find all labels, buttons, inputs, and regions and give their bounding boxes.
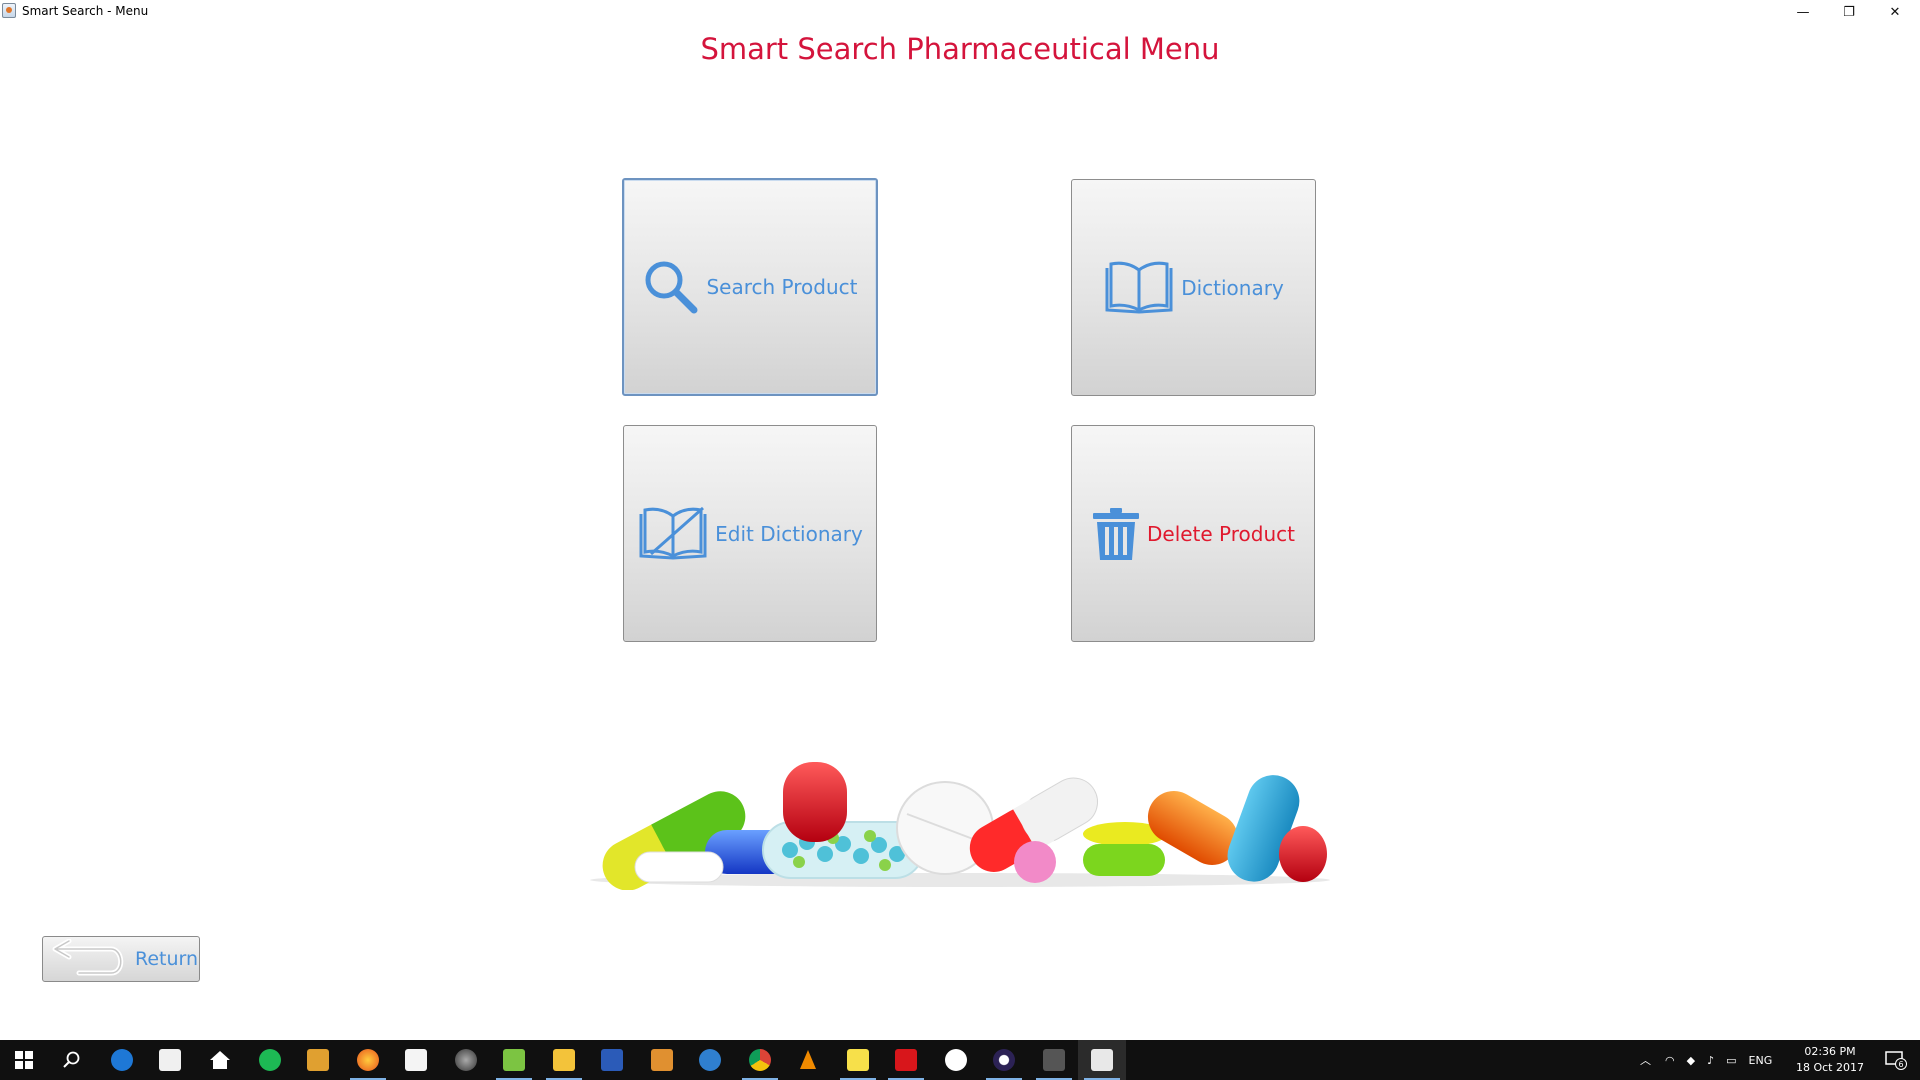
clock-date: 18 Oct 2017 bbox=[1795, 1061, 1864, 1074]
home-icon bbox=[210, 1051, 230, 1069]
file-explorer-icon bbox=[553, 1049, 575, 1071]
title-bar: Smart Search - Menu — ❐ ✕ bbox=[0, 0, 1920, 24]
vlc-icon bbox=[800, 1050, 816, 1069]
search-icon bbox=[645, 261, 698, 314]
delete-product-label: Delete Product bbox=[1146, 521, 1295, 546]
chrome-taskbar-icon[interactable] bbox=[736, 1040, 784, 1080]
edit-book-icon bbox=[639, 506, 707, 560]
vlc-taskbar-icon[interactable] bbox=[784, 1040, 832, 1080]
dictionary-label: Dictionary bbox=[1181, 275, 1284, 300]
trash-icon bbox=[1092, 507, 1139, 560]
slack-icon bbox=[945, 1049, 967, 1071]
restore-icon: ❐ bbox=[1843, 4, 1855, 20]
windows-start-icon bbox=[15, 1051, 33, 1069]
store-taskbar-icon[interactable] bbox=[146, 1040, 194, 1080]
window-title: Smart Search - Menu bbox=[22, 4, 149, 18]
chrome-icon bbox=[749, 1049, 771, 1071]
system-tray: ︿ ◠ ◆ ♪ ▭ ENG bbox=[1640, 1040, 1772, 1080]
edge-taskbar-icon[interactable] bbox=[98, 1040, 146, 1080]
notification-icon: 6 bbox=[1885, 1051, 1907, 1070]
java-taskbar-icon[interactable] bbox=[1078, 1040, 1126, 1080]
java-app-icon bbox=[2, 3, 16, 18]
delete-product-button[interactable]: Delete Product bbox=[1071, 425, 1315, 642]
word-icon bbox=[601, 1049, 623, 1071]
home-taskbar-icon[interactable] bbox=[196, 1040, 244, 1080]
media-player-icon bbox=[651, 1049, 673, 1071]
wifi-icon[interactable]: ◠ bbox=[1665, 1054, 1675, 1067]
return-button[interactable]: Return bbox=[42, 936, 200, 982]
sticky-notes-icon bbox=[847, 1049, 869, 1071]
return-arrow-icon bbox=[52, 939, 124, 976]
photo-icon bbox=[455, 1049, 477, 1071]
app-icon bbox=[1043, 1049, 1065, 1071]
media-player-taskbar-icon[interactable] bbox=[638, 1040, 686, 1080]
search-product-label: Search Product bbox=[706, 275, 858, 299]
app-window: Smart Search - Menu — ❐ ✕ Smart Search P… bbox=[0, 0, 1920, 1040]
language-indicator[interactable]: ENG bbox=[1749, 1054, 1773, 1067]
eclipse-icon bbox=[993, 1049, 1015, 1071]
spotify-icon bbox=[259, 1049, 281, 1071]
photo-taskbar-icon[interactable] bbox=[442, 1040, 490, 1080]
taskbar: ︿ ◠ ◆ ♪ ▭ ENG 02:36 PM 18 Oct 2017 6 bbox=[0, 1040, 1920, 1080]
close-button[interactable]: ✕ bbox=[1872, 0, 1918, 24]
notepad-taskbar-icon[interactable] bbox=[490, 1040, 538, 1080]
search-product-button[interactable]: Search Product bbox=[622, 178, 878, 396]
dropbox-icon[interactable]: ◆ bbox=[1687, 1054, 1695, 1067]
file-print-icon bbox=[405, 1049, 427, 1071]
volume-icon[interactable]: ♪ bbox=[1707, 1054, 1714, 1067]
dictionary-button[interactable]: Dictionary bbox=[1071, 179, 1316, 396]
eclipse-taskbar-icon[interactable] bbox=[980, 1040, 1028, 1080]
acrobat-taskbar-icon[interactable] bbox=[882, 1040, 930, 1080]
file-print-taskbar-icon[interactable] bbox=[392, 1040, 440, 1080]
slack-taskbar-icon[interactable] bbox=[932, 1040, 980, 1080]
notification-count: 6 bbox=[1898, 1060, 1903, 1069]
edge-icon bbox=[111, 1049, 133, 1071]
action-center-button[interactable]: 6 bbox=[1872, 1040, 1920, 1080]
spotify-taskbar-icon[interactable] bbox=[246, 1040, 294, 1080]
mail-taskbar-icon[interactable] bbox=[686, 1040, 734, 1080]
show-hidden-icons-icon[interactable]: ︿ bbox=[1640, 1052, 1651, 1068]
return-label: Return bbox=[135, 948, 199, 970]
firefox-icon bbox=[357, 1049, 379, 1071]
battery-icon[interactable]: ▭ bbox=[1726, 1054, 1736, 1067]
book-icon bbox=[1105, 261, 1173, 314]
acrobat-icon bbox=[895, 1049, 917, 1071]
app-taskbar-icon[interactable] bbox=[1030, 1040, 1078, 1080]
notepad-icon bbox=[503, 1049, 525, 1071]
sticky-notes-taskbar-icon[interactable] bbox=[834, 1040, 882, 1080]
close-icon: ✕ bbox=[1889, 4, 1901, 20]
word-taskbar-icon[interactable] bbox=[588, 1040, 636, 1080]
archive-icon bbox=[307, 1049, 329, 1071]
edit-dictionary-button[interactable]: Edit Dictionary bbox=[623, 425, 877, 642]
minimize-icon: — bbox=[1796, 4, 1810, 20]
pills-illustration bbox=[590, 762, 1330, 890]
store-icon bbox=[159, 1049, 181, 1071]
start-button[interactable] bbox=[0, 1040, 48, 1080]
clock-time: 02:36 PM bbox=[1804, 1045, 1856, 1058]
java-icon bbox=[1091, 1049, 1113, 1071]
search-icon bbox=[63, 1051, 80, 1068]
firefox-taskbar-icon[interactable] bbox=[344, 1040, 392, 1080]
taskbar-search-button[interactable] bbox=[48, 1040, 96, 1080]
maximize-button[interactable]: ❐ bbox=[1826, 0, 1872, 24]
clock[interactable]: 02:36 PM 18 Oct 2017 bbox=[1790, 1044, 1870, 1076]
page-title: Smart Search Pharmaceutical Menu bbox=[700, 32, 1220, 66]
archive-taskbar-icon[interactable] bbox=[294, 1040, 342, 1080]
file-explorer-taskbar-icon[interactable] bbox=[540, 1040, 588, 1080]
mail-icon bbox=[699, 1049, 721, 1071]
minimize-button[interactable]: — bbox=[1780, 0, 1826, 24]
edit-dictionary-label: Edit Dictionary bbox=[715, 521, 863, 546]
